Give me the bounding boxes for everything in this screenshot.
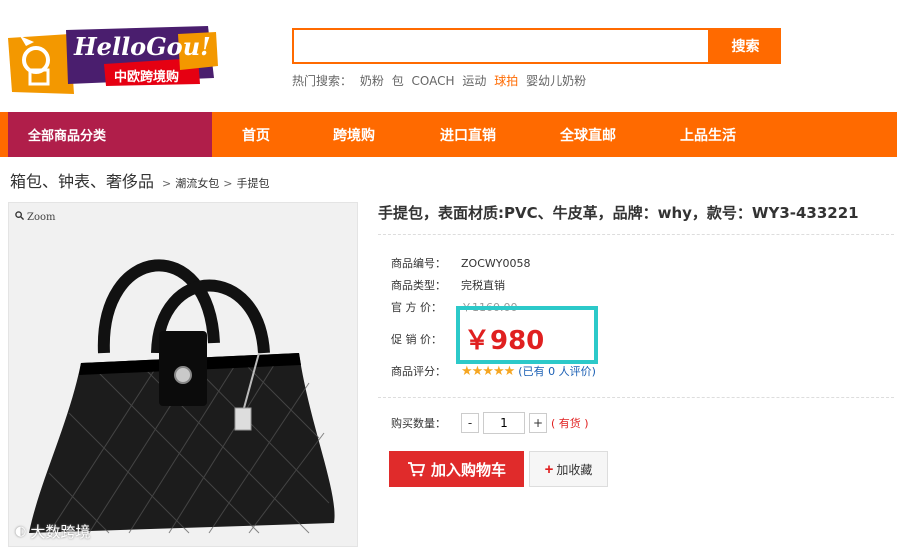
breadcrumb-level3[interactable]: 手提包 <box>236 175 269 191</box>
logo-subtitle: 中欧跨境购 <box>114 70 180 85</box>
nav-item-import-direct[interactable]: 进口直销 <box>408 112 528 157</box>
breadcrumb-separator: > <box>223 177 233 190</box>
breadcrumb-level1[interactable]: 箱包、钟表、奢侈品 <box>10 168 154 192</box>
search-button[interactable]: 搜索 <box>710 28 781 64</box>
product-type-label: 商品类型： <box>391 279 446 292</box>
divider <box>378 234 894 235</box>
breadcrumb-separator: > <box>162 177 172 190</box>
hot-search-link[interactable]: 包 <box>392 74 404 88</box>
nav-item-home[interactable]: 首页 <box>212 112 300 157</box>
add-favorite-label: 加收藏 <box>556 462 593 477</box>
cart-icon <box>407 461 425 477</box>
all-categories-menu[interactable]: 全部商品分类 <box>8 112 212 157</box>
review-count-link[interactable]: (已有 0 人评价) <box>518 363 596 379</box>
hot-search-link[interactable]: 球拍 <box>494 74 518 88</box>
handbag-image <box>9 203 357 546</box>
star-rating-icon: ★★★★★ <box>461 363 515 379</box>
product-code-row: 商品编号： ZOCWY0058 <box>391 255 530 271</box>
official-price-label: 官 方 价： <box>391 301 442 314</box>
quantity-input[interactable] <box>483 412 525 434</box>
quantity-row: 购买数量： - + ( 有货 ) <box>391 412 589 434</box>
search-input[interactable] <box>294 30 708 62</box>
watermark-text: 大数跨境 <box>30 523 91 541</box>
magnifier-icon <box>15 211 25 223</box>
product-type-row: 商品类型： 完税直销 <box>391 277 505 293</box>
plus-icon: + <box>544 460 554 478</box>
nav-items: 首页 跨境购 进口直销 全球直邮 上品生活 <box>212 112 768 157</box>
rating-label: 商品评分： <box>391 365 446 378</box>
promo-price-row: 促 销 价： <box>391 331 461 347</box>
hot-search-link[interactable]: 运动 <box>462 74 486 88</box>
zoom-hint: Zoom <box>15 211 55 223</box>
add-favorite-button[interactable]: + 加收藏 <box>529 451 608 487</box>
product-image[interactable]: Zoom ◐ 大数跨境 <box>8 202 358 547</box>
hot-searches: 热门搜索： 奶粉 包 COACH 运动 球拍 婴幼儿奶粉 <box>292 72 590 89</box>
logo-text: HelloGou! <box>74 32 211 61</box>
product-code-value: ZOCWY0058 <box>461 256 531 270</box>
breadcrumb: 箱包、钟表、奢侈品 > 潮流女包 > 手提包 <box>10 168 269 192</box>
hot-searches-label: 热门搜索： <box>292 74 353 88</box>
nav-item-premium-life[interactable]: 上品生活 <box>648 112 768 157</box>
stock-status: ( 有货 ) <box>551 417 589 430</box>
breadcrumb-level2[interactable]: 潮流女包 <box>175 175 219 191</box>
product-type-value: 完税直销 <box>461 279 505 292</box>
hot-search-link[interactable]: COACH <box>412 74 455 88</box>
zoom-label: Zoom <box>27 211 56 223</box>
site-logo[interactable]: HelloGou! 中欧跨境购 <box>8 26 218 96</box>
rating-row: 商品评分： ★★★★★ (已有 0 人评价) <box>391 363 596 379</box>
promo-price-value: ￥980 <box>464 326 545 356</box>
promo-price-label: 促 销 价： <box>391 333 442 346</box>
hot-search-link[interactable]: 奶粉 <box>360 74 384 88</box>
nav-item-crossborder[interactable]: 跨境购 <box>300 112 408 157</box>
main-nav: 全部商品分类 首页 跨境购 进口直销 全球直邮 上品生活 <box>0 112 897 157</box>
quantity-increment-button[interactable]: + <box>529 413 547 433</box>
watermark: ◐ 大数跨境 <box>15 521 90 542</box>
add-to-cart-button[interactable]: 加入购物车 <box>389 451 524 487</box>
add-to-cart-label: 加入购物车 <box>430 461 506 479</box>
quantity-label: 购买数量： <box>391 417 446 430</box>
nav-item-global-direct-mail[interactable]: 全球直邮 <box>528 112 648 157</box>
hot-search-link[interactable]: 婴幼儿奶粉 <box>526 74 586 88</box>
watermark-logo-icon: ◐ <box>15 524 27 539</box>
product-title: 手提包，表面材质:PVC、牛皮革，品牌：why，款号：WY3-433221 <box>378 204 859 222</box>
search-box <box>292 28 710 64</box>
quantity-decrement-button[interactable]: - <box>461 413 479 433</box>
product-code-label: 商品编号： <box>391 257 446 270</box>
divider <box>378 397 894 398</box>
